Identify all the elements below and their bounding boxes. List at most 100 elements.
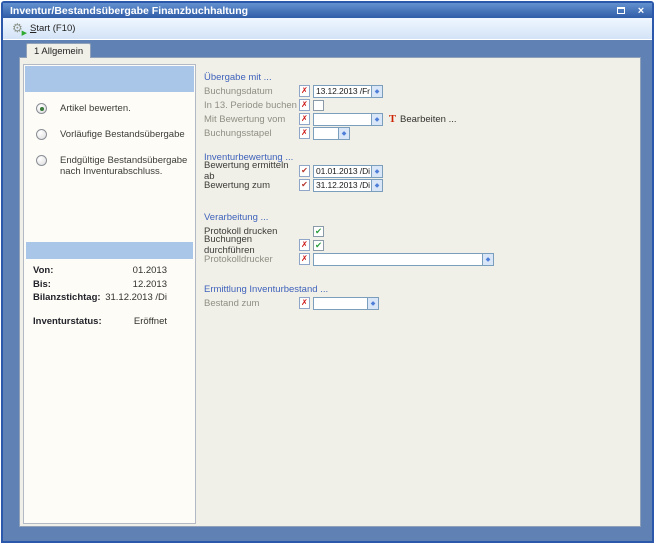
restore-window-button[interactable] (614, 5, 628, 17)
panel-header-strip (26, 242, 193, 259)
radio-label-line2: nach Inventurabschluss. (60, 166, 162, 177)
section-header-uebergabe: Übergabe mit ... (204, 70, 632, 84)
field-label: Protokolldrucker (204, 254, 299, 265)
summary-label: Von: (33, 265, 133, 276)
radio-option-artikel-bewerten[interactable]: Artikel bewerten. (24, 103, 195, 114)
row-protokolldrucker: Protokolldrucker ✗ ◆ (204, 252, 632, 266)
field-label: Bestand zum (204, 298, 299, 309)
field-value[interactable] (314, 298, 367, 309)
summary-label: Bilanzstichtag: (33, 292, 105, 303)
field-value[interactable]: 13.12.2013 /Fr (314, 86, 371, 97)
summary-value: 01.2013 (133, 265, 167, 276)
content-panel: Artikel bewerten. Vorläufige Bestandsübe… (19, 57, 641, 527)
summary-label: Inventurstatus: (33, 316, 134, 327)
close-icon: × (638, 6, 644, 16)
radio-option-endgueltige-uebergabe[interactable]: Endgültige Bestandsübergabe nach Inventu… (24, 155, 195, 177)
radio-option-vorlaeufige-uebergabe[interactable]: Vorläufige Bestandsübergabe (24, 129, 195, 140)
row-mit-bewertung-vom: Mit Bewertung vom ✗ ◆ T Bearbeiten ... (204, 112, 632, 126)
field-label: Bewertung zum (204, 180, 299, 191)
check-icon: ✔ (315, 240, 322, 251)
protokolldrucker-field[interactable]: ◆ (313, 253, 494, 266)
spinner-icon[interactable]: ◆ (371, 114, 382, 125)
bestand-zum-field[interactable]: ◆ (313, 297, 379, 310)
radio-button[interactable] (36, 155, 47, 166)
confirm-field-icon[interactable]: ✔ (299, 179, 310, 191)
bearbeiten-button[interactable]: T Bearbeiten ... (389, 114, 457, 125)
summary-value: 31.12.2013 /Di (105, 292, 167, 303)
spinner-icon[interactable]: ◆ (371, 166, 382, 177)
buchungen-durchfuehren-checkbox[interactable]: ✔ (313, 240, 324, 251)
summary-value: 12.2013 (133, 279, 167, 290)
spinner-icon[interactable]: ◆ (371, 86, 382, 97)
row-buchungen-durchfuehren: Buchungen durchführen ✗ ✔ (204, 238, 632, 252)
bearbeiten-label: Bearbeiten ... (400, 114, 457, 125)
radio-button[interactable] (36, 103, 47, 114)
row-buchungsdatum: Buchungsdatum ✗ 13.12.2013 /Fr ◆ (204, 84, 632, 98)
clear-field-icon[interactable]: ✗ (299, 297, 310, 309)
clear-field-icon[interactable]: ✗ (299, 99, 310, 111)
field-label: In 13. Periode buchen (204, 100, 299, 111)
buchungsdatum-field[interactable]: 13.12.2013 /Fr ◆ (313, 85, 383, 98)
row-13-periode: In 13. Periode buchen ✗ ✔ (204, 98, 632, 112)
section-header-verarbeitung: Verarbeitung ... (204, 210, 632, 224)
screen: Inventur/Bestandsübergabe Finanzbuchhalt… (0, 0, 658, 547)
spinner-icon[interactable]: ◆ (482, 254, 493, 265)
periode-checkbox[interactable]: ✔ (313, 100, 324, 111)
row-bestand-zum: Bestand zum ✗ ◆ (204, 296, 632, 310)
clear-field-icon[interactable]: ✗ (299, 85, 310, 97)
protokoll-drucken-checkbox[interactable]: ✔ (313, 226, 324, 237)
clear-field-icon[interactable]: ✗ (299, 113, 310, 125)
field-value[interactable]: 01.01.2013 /Di (314, 166, 371, 177)
close-window-button[interactable]: × (634, 5, 648, 17)
spinner-icon[interactable]: ◆ (371, 180, 382, 191)
spinner-icon[interactable]: ◆ (367, 298, 378, 309)
radio-label: Vorläufige Bestandsübergabe (60, 129, 185, 140)
tab-allgemein[interactable]: 1 Allgemein (26, 43, 91, 58)
title-bar: Inventur/Bestandsübergabe Finanzbuchhalt… (3, 3, 652, 18)
text-edit-icon: T (389, 114, 396, 125)
row-buchungsstapel: Buchungsstapel ✗ ◆ (204, 126, 632, 140)
bewertung-zum-field[interactable]: 31.12.2013 /Di ◆ (313, 179, 383, 192)
row-bewertung-zum: Bewertung zum ✔ 31.12.2013 /Di ◆ (204, 178, 632, 192)
bewertung-vom-field[interactable]: ◆ (313, 113, 383, 126)
check-icon: ✔ (315, 226, 322, 237)
field-value[interactable] (314, 114, 371, 125)
period-summary: Von: 01.2013 Bis: 12.2013 Bilanzstichtag… (24, 264, 195, 328)
bewertung-ermitteln-ab-field[interactable]: 01.01.2013 /Di ◆ (313, 165, 383, 178)
clear-field-icon[interactable]: ✗ (299, 253, 310, 265)
summary-value: Eröffnet (134, 316, 167, 327)
toolbar: ⚙ ▶ Start (F10) (3, 18, 652, 40)
radio-label: Endgültige Bestandsübergabe nach Inventu… (60, 155, 187, 177)
radio-label: Artikel bewerten. (60, 103, 131, 114)
summary-row-bilanzstichtag: Bilanzstichtag: 31.12.2013 /Di (24, 291, 195, 305)
field-value[interactable]: 31.12.2013 /Di (314, 180, 371, 191)
app-window: Inventur/Bestandsübergabe Finanzbuchhalt… (1, 1, 654, 543)
summary-row-von: Von: 01.2013 (24, 264, 195, 278)
clear-field-icon[interactable]: ✗ (299, 127, 310, 139)
settings-form: Übergabe mit ... Buchungsdatum ✗ 13.12.2… (204, 70, 632, 310)
field-value[interactable] (314, 254, 482, 265)
mode-panel: Artikel bewerten. Vorläufige Bestandsübe… (23, 64, 196, 524)
confirm-field-icon[interactable]: ✔ (299, 165, 310, 177)
start-icon: ⚙ ▶ (12, 22, 26, 36)
start-button-label: Start (F10) (30, 23, 75, 34)
window-title: Inventur/Bestandsübergabe Finanzbuchhalt… (10, 5, 614, 17)
spinner-icon[interactable]: ◆ (338, 128, 349, 139)
field-label: Buchungsdatum (204, 86, 299, 97)
radio-button[interactable] (36, 129, 47, 140)
panel-header-strip (25, 66, 194, 92)
field-value[interactable] (314, 128, 338, 139)
start-button[interactable]: ⚙ ▶ Start (F10) (8, 21, 79, 37)
field-label: Mit Bewertung vom (204, 114, 299, 125)
clear-field-icon[interactable]: ✗ (299, 239, 310, 251)
restore-icon (617, 7, 625, 14)
section-header-ermittlung-inventurbestand: Ermittlung Inventurbestand ... (204, 282, 632, 296)
radio-label-line1: Endgültige Bestandsübergabe (60, 155, 187, 166)
summary-row-bis: Bis: 12.2013 (24, 278, 195, 292)
buchungsstapel-field[interactable]: ◆ (313, 127, 350, 140)
summary-label: Bis: (33, 279, 133, 290)
field-label: Buchungsstapel (204, 128, 299, 139)
row-bewertung-ermitteln-ab: Bewertung ermitteln ab ✔ 01.01.2013 /Di … (204, 164, 632, 178)
summary-row-inventurstatus: Inventurstatus: Eröffnet (24, 315, 195, 329)
window-controls: × (614, 5, 648, 17)
